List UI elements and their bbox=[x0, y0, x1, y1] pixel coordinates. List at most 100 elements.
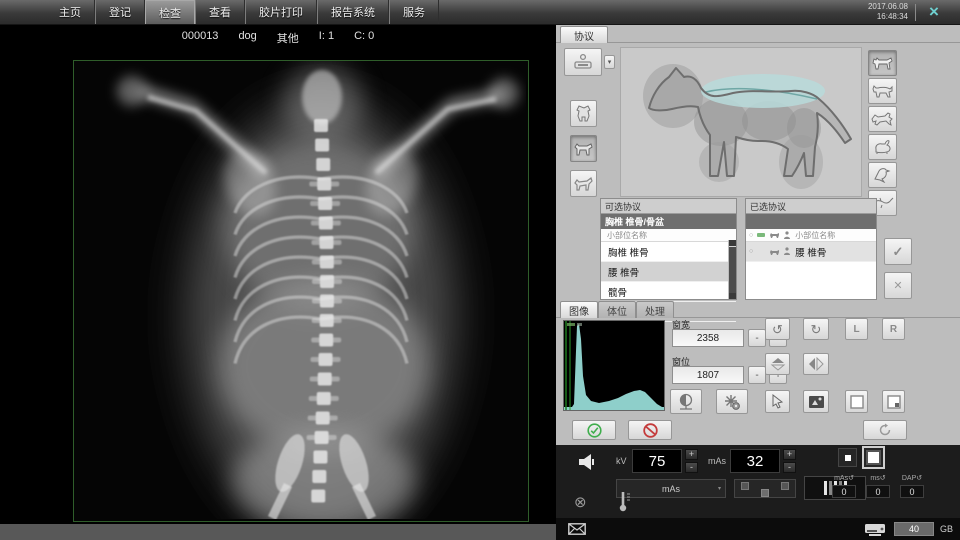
menu-view[interactable]: 查看 bbox=[195, 0, 245, 24]
scrollbar-thumb[interactable] bbox=[729, 247, 736, 299]
view-front-button[interactable] bbox=[570, 100, 597, 127]
chosen-protocol-row[interactable]: ○ 腰 椎骨 bbox=[746, 242, 876, 262]
protocol-tabstrip: 协议 bbox=[556, 25, 960, 43]
tab-position[interactable]: 体位 bbox=[598, 301, 636, 318]
reset-button[interactable] bbox=[863, 420, 907, 440]
xray-image[interactable] bbox=[73, 60, 529, 522]
image-effects-button[interactable] bbox=[716, 389, 748, 414]
send-image-button[interactable] bbox=[803, 390, 829, 413]
scrollbar-up-arrow[interactable] bbox=[729, 240, 736, 246]
flip-horizontal-button[interactable] bbox=[803, 353, 829, 375]
flip-vertical-button[interactable] bbox=[765, 353, 790, 375]
time-label: 16:48:34 bbox=[868, 12, 908, 22]
contrast-button[interactable] bbox=[670, 389, 702, 414]
accept-image-button[interactable] bbox=[572, 420, 616, 440]
chosen-column-label: 小部位名称 bbox=[795, 230, 835, 241]
reject-image-button[interactable] bbox=[628, 420, 672, 440]
dog-side-view-icon bbox=[573, 141, 594, 157]
species-rabbit-button[interactable] bbox=[868, 134, 897, 160]
window-width-field[interactable]: 2358 bbox=[672, 329, 744, 347]
close-icon[interactable]: × bbox=[922, 1, 946, 23]
mas-plus-button[interactable]: + bbox=[783, 449, 796, 460]
species-cat-button[interactable] bbox=[868, 78, 897, 104]
menu-report-system[interactable]: 报告系统 bbox=[317, 0, 389, 24]
anatomy-diagram-panel[interactable] bbox=[620, 47, 862, 197]
green-check-icon bbox=[587, 423, 602, 438]
aec-chamber-right[interactable] bbox=[781, 482, 789, 490]
table-dropdown-arrow[interactable]: ▾ bbox=[604, 55, 615, 69]
list-scrollbar[interactable] bbox=[728, 240, 736, 299]
marker-right-button[interactable]: R bbox=[882, 318, 905, 340]
rotate-ccw-button[interactable]: ↺ bbox=[765, 318, 790, 340]
view-lateral-button[interactable] bbox=[570, 135, 597, 162]
date-label: 2017.06.08 bbox=[868, 2, 908, 12]
message-envelope-icon[interactable] bbox=[568, 523, 586, 535]
kv-plus-button[interactable]: + bbox=[685, 449, 698, 460]
titlebar-divider bbox=[915, 4, 916, 21]
readout-dap-label: DAP↺ bbox=[900, 474, 924, 482]
menu-exam[interactable]: 检查 bbox=[145, 0, 195, 24]
large-focal-spot-icon bbox=[866, 450, 881, 465]
focus-small-button[interactable] bbox=[838, 448, 857, 467]
mode-dropdown-arrow-icon: ▾ bbox=[718, 485, 721, 492]
window-width-minus-button[interactable]: - bbox=[748, 329, 766, 347]
species-dog-button[interactable] bbox=[868, 50, 897, 76]
species-horse-button[interactable] bbox=[868, 106, 897, 132]
kv-minus-button[interactable]: - bbox=[685, 462, 698, 473]
table-select-button[interactable] bbox=[564, 48, 602, 76]
animal-mini-icon bbox=[769, 248, 780, 256]
control-panel: 协议 ▾ bbox=[556, 25, 960, 518]
collimator-off-icon[interactable]: ⊗ bbox=[574, 493, 587, 511]
view-oblique-button[interactable] bbox=[570, 170, 597, 197]
available-protocols-title: 可选协议 bbox=[601, 199, 736, 214]
menu-register[interactable]: 登记 bbox=[95, 0, 145, 24]
protocol-group-header[interactable]: 胸椎 椎骨/骨盆 bbox=[601, 214, 736, 229]
status-bar: 40 GB bbox=[556, 518, 960, 540]
readout-ms-value: 0 bbox=[866, 485, 890, 498]
list-item[interactable]: 髋骨 bbox=[601, 282, 736, 302]
chosen-group-header bbox=[746, 214, 876, 229]
menu-film-print[interactable]: 胶片打印 bbox=[245, 0, 317, 24]
marker-left-button[interactable]: L bbox=[845, 318, 868, 340]
datetime: 2017.06.08 16:48:34 bbox=[868, 2, 908, 22]
tab-processing[interactable]: 处理 bbox=[636, 301, 674, 318]
app-window: 主页 登记 检查 查看 胶片打印 报告系统 服务 2017.06.08 16:4… bbox=[0, 0, 960, 540]
window-level-minus-button[interactable]: - bbox=[748, 366, 766, 384]
aec-chamber-center[interactable] bbox=[761, 489, 769, 497]
crop-box-button[interactable] bbox=[845, 390, 868, 413]
study-info-header: 000013 dog 其他 I: 1 C: 0 bbox=[0, 30, 556, 46]
kv-value-field[interactable]: 75 bbox=[632, 449, 682, 473]
aec-chamber-left[interactable] bbox=[741, 482, 749, 490]
exposure-mode-value: mAs bbox=[662, 484, 680, 494]
mas-value-field[interactable]: 32 bbox=[730, 449, 780, 473]
xray-table-icon bbox=[572, 53, 594, 71]
list-item[interactable]: 胸椎 椎骨 bbox=[601, 242, 736, 262]
scrollbar-down-arrow[interactable] bbox=[729, 293, 736, 299]
flip-vertical-icon bbox=[770, 357, 786, 371]
cat-icon bbox=[871, 83, 894, 99]
confirm-protocol-button[interactable]: ✓ bbox=[884, 238, 912, 265]
pointer-tool-button[interactable] bbox=[765, 390, 790, 413]
remove-protocol-button[interactable]: ✕ bbox=[884, 272, 912, 299]
table-mini-icon bbox=[756, 231, 766, 239]
image-export-icon bbox=[808, 395, 825, 409]
tab-protocol[interactable]: 协议 bbox=[560, 26, 608, 43]
exposure-horn-icon bbox=[576, 451, 596, 473]
histogram-panel[interactable] bbox=[563, 320, 665, 411]
window-level-field[interactable]: 1807 bbox=[672, 366, 744, 384]
exposure-mode-select[interactable]: mAs ▾ bbox=[616, 479, 726, 498]
storage-disk-icon bbox=[864, 522, 886, 537]
list-item-selected[interactable]: 腰 椎骨 bbox=[601, 262, 736, 282]
chosen-protocol-label: 腰 椎骨 bbox=[795, 245, 826, 259]
xray-radiograph-graphic bbox=[74, 61, 526, 519]
rotate-cw-button[interactable]: ↻ bbox=[803, 318, 829, 340]
mas-minus-button[interactable]: - bbox=[783, 462, 796, 473]
species-bird-button[interactable] bbox=[868, 162, 897, 188]
tab-image[interactable]: 图像 bbox=[560, 301, 598, 318]
menu-home[interactable]: 主页 bbox=[46, 0, 95, 24]
menu-service[interactable]: 服务 bbox=[389, 0, 439, 24]
box-corner-button[interactable] bbox=[882, 390, 905, 413]
histogram-graphic bbox=[564, 321, 664, 410]
focus-large-button[interactable] bbox=[862, 446, 885, 469]
species-label: dog bbox=[238, 30, 256, 46]
